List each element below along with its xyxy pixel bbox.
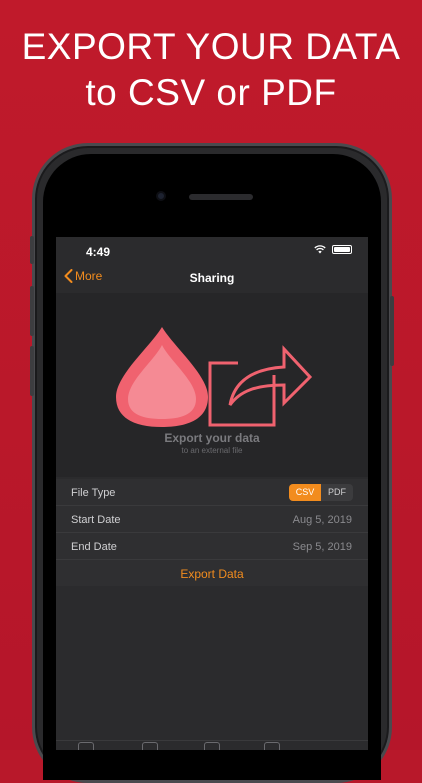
file-type-segmented-control: CSV PDF xyxy=(289,484,353,501)
battery-icon xyxy=(332,245,352,254)
mute-switch xyxy=(30,236,34,264)
hero-illustration xyxy=(116,327,313,427)
share-arrow-icon xyxy=(208,345,313,427)
status-icons xyxy=(314,245,352,254)
status-time: 4:49 xyxy=(86,245,111,259)
page-title: Sharing xyxy=(189,271,235,285)
app-screen: 4:49 More Sharing Export your data to an… xyxy=(56,237,368,750)
speaker-grille xyxy=(189,194,253,200)
end-date-label: End Date xyxy=(71,541,117,553)
end-date-row[interactable]: End Date Sep 5, 2019 xyxy=(56,533,368,560)
promo-headline: EXPORT YOUR DATA to CSV or PDF xyxy=(0,24,422,116)
hero-title: Export your data xyxy=(164,431,260,445)
camera-icon xyxy=(156,191,166,201)
tab-icon[interactable] xyxy=(204,742,220,750)
power-button xyxy=(390,296,394,366)
tab-icon[interactable] xyxy=(264,742,280,750)
blood-drop-icon xyxy=(116,327,208,427)
headline-line-1: EXPORT YOUR DATA xyxy=(21,26,401,67)
file-type-row: File Type CSV PDF xyxy=(56,479,368,506)
volume-up-button xyxy=(30,286,34,336)
export-data-button[interactable]: Export Data xyxy=(56,567,368,581)
export-hero: Export your data to an external file xyxy=(56,293,368,477)
file-type-label: File Type xyxy=(71,487,116,499)
status-bar: 4:49 xyxy=(56,237,368,265)
settings-list: File Type CSV PDF Start Date Aug 5, 2019… xyxy=(56,479,368,586)
start-date-label: Start Date xyxy=(71,514,121,526)
start-date-value: Aug 5, 2019 xyxy=(292,514,352,526)
start-date-row[interactable]: Start Date Aug 5, 2019 xyxy=(56,506,368,533)
segment-csv[interactable]: CSV xyxy=(289,484,321,501)
end-date-value: Sep 5, 2019 xyxy=(292,541,352,553)
navigation-bar: More Sharing xyxy=(56,265,368,293)
promo-background: EXPORT YOUR DATA to CSV or PDF 4:49 More… xyxy=(0,0,422,783)
tab-icon[interactable] xyxy=(78,742,94,750)
tab-icon[interactable] xyxy=(142,742,158,750)
segment-pdf[interactable]: PDF xyxy=(321,484,353,501)
wifi-icon xyxy=(314,245,326,254)
volume-down-button xyxy=(30,346,34,396)
hero-subtitle: to an external file xyxy=(181,446,243,455)
export-row: Export Data xyxy=(56,560,368,586)
headline-line-2: to CSV or PDF xyxy=(85,72,337,113)
tab-bar xyxy=(56,740,368,750)
